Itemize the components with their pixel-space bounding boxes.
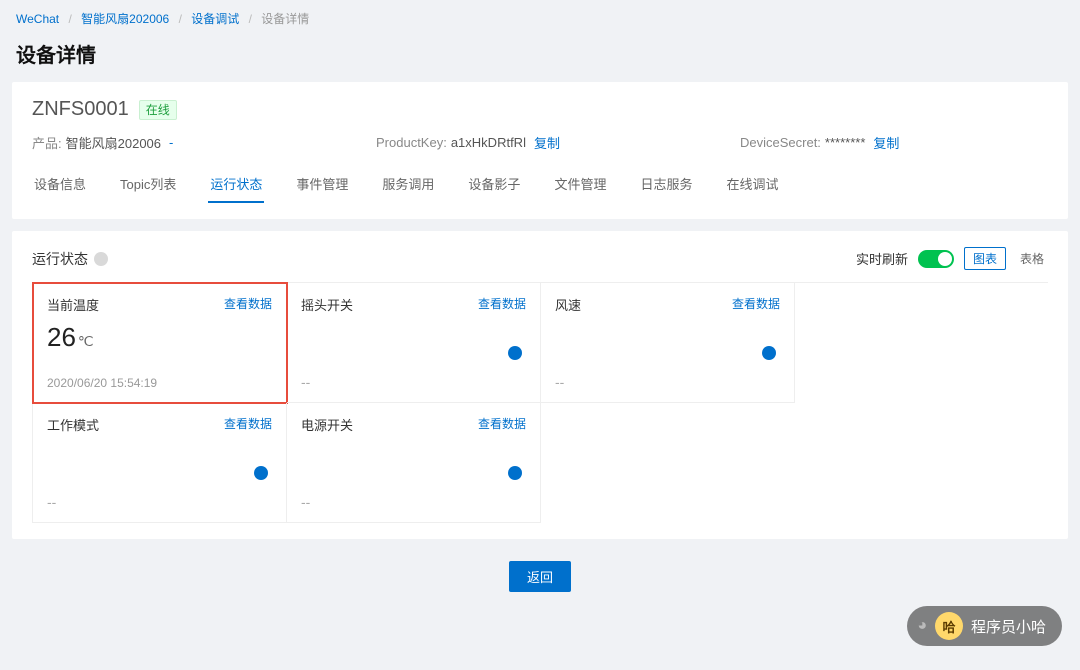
channel-name: 程序员小哈 (971, 616, 1046, 637)
back-button[interactable]: 返回 (509, 561, 571, 592)
tile-title: 风速 (555, 295, 581, 314)
info-icon[interactable] (254, 466, 268, 480)
tab-2[interactable]: 运行状态 (208, 166, 264, 203)
channel-watermark: ◕ 哈 程序员小哈 (907, 606, 1062, 646)
realtime-refresh-label: 实时刷新 (856, 249, 908, 268)
tab-8[interactable]: 在线调试 (724, 166, 780, 203)
tile-value: 26 (47, 322, 76, 352)
section-title: 运行状态 (32, 249, 88, 269)
tile-timestamp: 2020/06/20 15:54:19 (47, 376, 272, 390)
product-label: 产品: (32, 133, 62, 152)
info-icon[interactable] (508, 346, 522, 360)
runtime-status-card: 运行状态 实时刷新 图表 表格 当前温度查看数据26℃2020/06/20 15… (12, 231, 1068, 539)
tile-empty: -- (47, 494, 56, 510)
table-view-button[interactable]: 表格 (1016, 248, 1048, 269)
tile-title: 电源开关 (301, 415, 353, 434)
tab-0[interactable]: 设备信息 (32, 166, 88, 203)
product-meta: 产品: 智能风扇202006 - (32, 133, 372, 152)
info-icon[interactable] (508, 466, 522, 480)
breadcrumb-current: 设备详情 (261, 12, 309, 26)
view-data-link[interactable]: 查看数据 (478, 415, 526, 432)
device-name: ZNFS0001 (32, 98, 129, 121)
devicesecret-meta: DeviceSecret: ******** 复制 (740, 133, 1048, 152)
tab-3[interactable]: 事件管理 (294, 166, 350, 203)
tab-6[interactable]: 文件管理 (552, 166, 608, 203)
tile-empty: -- (555, 374, 564, 390)
breadcrumb-sep: / (68, 12, 71, 26)
breadcrumb-link[interactable]: 智能风扇202006 (81, 12, 169, 26)
breadcrumb-link[interactable]: 设备调试 (191, 12, 239, 26)
status-tiles: 当前温度查看数据26℃2020/06/20 15:54:19摇头开关查看数据--… (32, 282, 1048, 523)
tabs: 设备信息 Topic列表运行状态事件管理服务调用设备影子文件管理日志服务在线调试 (32, 166, 1048, 203)
status-tile: 当前温度 查看数据 26℃ 2020/06/20 15:54:19 (33, 283, 287, 403)
page-title: 设备详情 (12, 33, 1068, 82)
realtime-refresh-toggle[interactable] (918, 250, 954, 268)
breadcrumb-sep: / (249, 12, 252, 26)
view-data-link[interactable]: 查看数据 (478, 295, 526, 312)
devicesecret-label: DeviceSecret: (740, 135, 821, 150)
chart-view-button[interactable]: 图表 (964, 247, 1006, 270)
productkey-copy-link[interactable]: 复制 (534, 133, 560, 152)
tile-empty: -- (301, 494, 310, 510)
tile-title: 当前温度 (47, 295, 99, 314)
view-data-link[interactable]: 查看数据 (224, 295, 272, 312)
productkey-label: ProductKey: (376, 135, 447, 150)
help-icon[interactable] (94, 252, 108, 266)
tab-5[interactable]: 设备影子 (466, 166, 522, 203)
status-tile: 摇头开关 查看数据 -- (287, 283, 541, 403)
product-suffix-link[interactable]: - (169, 135, 173, 150)
devicesecret-value: ******** (825, 135, 865, 150)
status-badge: 在线 (139, 100, 177, 120)
productkey-meta: ProductKey: a1xHkDRtfRl 复制 (376, 133, 736, 152)
tile-empty: -- (301, 374, 310, 390)
tab-7[interactable]: 日志服务 (638, 166, 694, 203)
devicesecret-copy-link[interactable]: 复制 (873, 133, 899, 152)
tab-4[interactable]: 服务调用 (380, 166, 436, 203)
tile-unit: ℃ (78, 333, 94, 349)
back-row: 返回 (12, 551, 1068, 602)
avatar: 哈 (935, 612, 963, 640)
product-value: 智能风扇202006 (66, 133, 161, 152)
breadcrumb-sep: / (179, 12, 182, 26)
view-data-link[interactable]: 查看数据 (732, 295, 780, 312)
status-tile: 风速 查看数据 -- (541, 283, 795, 403)
breadcrumb-link[interactable]: WeChat (16, 12, 59, 26)
wechat-icon: ◕ (917, 617, 927, 635)
info-icon[interactable] (762, 346, 776, 360)
status-tile: 电源开关 查看数据 -- (287, 403, 541, 523)
device-header-card: ZNFS0001 在线 产品: 智能风扇202006 - ProductKey:… (12, 82, 1068, 219)
status-tile: 工作模式 查看数据 -- (33, 403, 287, 523)
breadcrumb: WeChat / 智能风扇202006 / 设备调试 / 设备详情 (12, 0, 1068, 33)
tile-title: 摇头开关 (301, 295, 353, 314)
view-data-link[interactable]: 查看数据 (224, 415, 272, 432)
productkey-value: a1xHkDRtfRl (451, 135, 526, 150)
tile-title: 工作模式 (47, 415, 99, 434)
tab-1[interactable]: Topic列表 (118, 166, 178, 203)
